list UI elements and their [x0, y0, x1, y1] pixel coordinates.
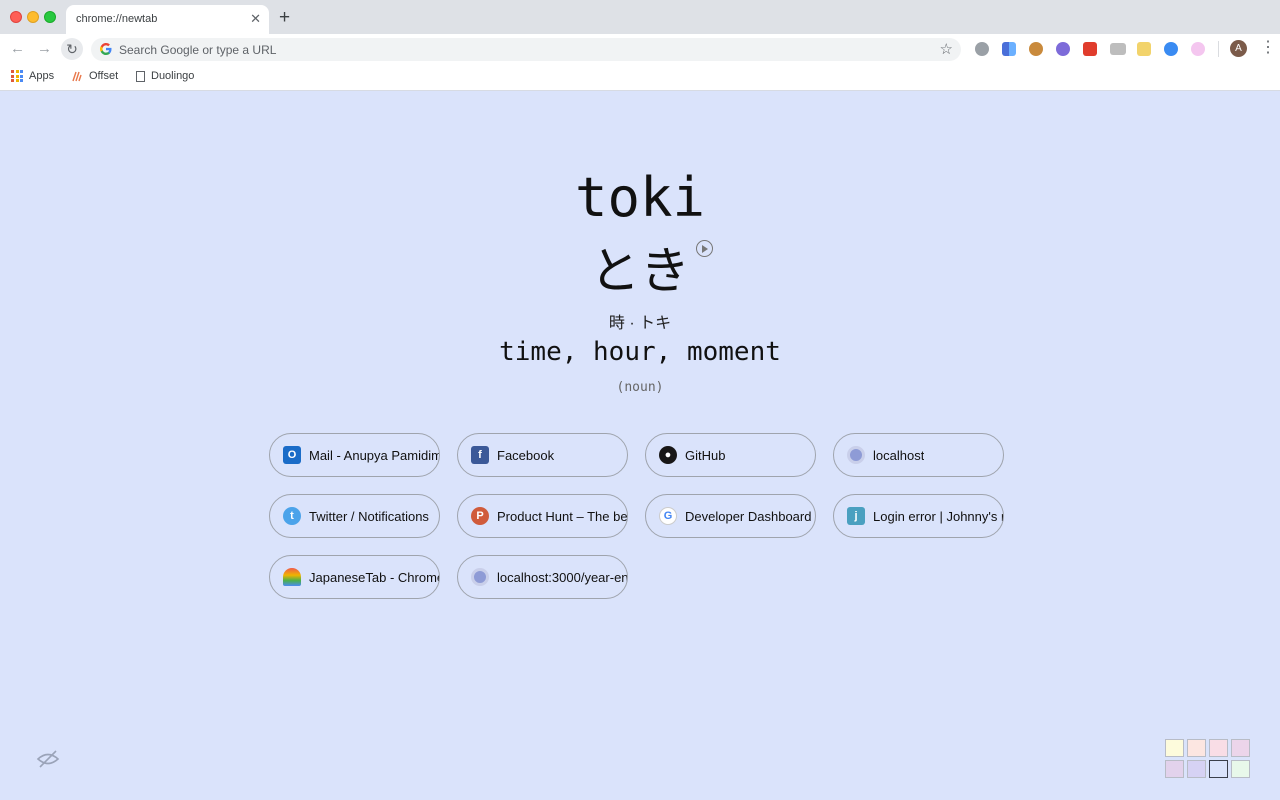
play-audio-icon[interactable] [696, 240, 713, 257]
forward-arrow-icon[interactable]: → [37, 40, 52, 58]
github-icon: ● [659, 446, 677, 464]
bookmark-label: Duolingo [151, 70, 195, 82]
document-icon [136, 70, 145, 82]
bookmark-offset[interactable]: Offset [71, 70, 118, 82]
extension-cookie-icon[interactable] [1029, 42, 1043, 56]
color-swatch[interactable] [1187, 760, 1206, 778]
rainbow-icon [283, 568, 301, 586]
top-sites-grid: O Mail - Anupya Pamidimukkala f Facebook… [269, 433, 1009, 599]
word-part-of-speech: (noun) [616, 380, 664, 395]
color-swatch[interactable] [1209, 739, 1228, 757]
word-meaning: time, hour, moment [499, 337, 781, 367]
extension-pulse-icon[interactable] [1164, 42, 1178, 56]
color-swatch[interactable] [1231, 739, 1250, 757]
offset-icon [72, 71, 82, 82]
site-tile-twitter[interactable]: t Twitter / Notifications [269, 494, 440, 538]
extension-crx-icon[interactable] [1110, 43, 1126, 55]
site-label: JapaneseTab - Chrome Web Store [309, 569, 439, 585]
apps-grid-icon [11, 70, 23, 82]
window-minimize-button[interactable] [27, 11, 39, 23]
eye-slash-icon[interactable] [36, 749, 60, 769]
j-icon: j [847, 507, 865, 525]
profile-avatar[interactable]: A [1230, 40, 1247, 57]
extension-m-icon[interactable] [975, 42, 989, 56]
site-label: localhost [873, 447, 925, 463]
color-swatch[interactable] [1231, 760, 1250, 778]
site-label: Twitter / Notifications [309, 508, 429, 524]
window-maximize-button[interactable] [44, 11, 56, 23]
word-romaji: toki [574, 166, 706, 229]
twitter-icon: t [283, 507, 301, 525]
kebab-menu-icon[interactable]: ⋮ [1260, 39, 1276, 57]
address-bar[interactable]: Search Google or type a URL ☆ [91, 38, 961, 61]
color-swatch[interactable] [1165, 739, 1184, 757]
new-tab-button[interactable]: + [279, 8, 290, 28]
browser-titlebar: chrome://newtab ✕ + [0, 0, 1280, 34]
bookmark-duolingo[interactable]: Duolingo [136, 70, 194, 82]
outlook-icon: O [283, 446, 301, 464]
google-g-icon [100, 43, 112, 55]
active-tab[interactable]: chrome://newtab ✕ [66, 5, 269, 34]
site-label: GitHub [685, 447, 726, 463]
bookmark-label: Apps [29, 70, 55, 82]
site-tile-github[interactable]: ● GitHub [645, 433, 816, 477]
globe-icon [471, 568, 489, 586]
extension-chart-icon[interactable] [1002, 42, 1016, 56]
site-tile-product-hunt[interactable]: P Product Hunt – The best new products [457, 494, 628, 538]
bookmark-star-icon[interactable]: ☆ [940, 40, 953, 58]
color-swatch[interactable] [1209, 760, 1228, 778]
browser-toolbar: ← → ↻ Search Google or type a URL ☆ A ⋮ [0, 34, 1280, 64]
color-swatch[interactable] [1187, 739, 1206, 757]
product-hunt-icon: P [471, 507, 489, 525]
extension-face-icon[interactable] [1056, 42, 1070, 56]
site-tile-japanesetab[interactable]: JapaneseTab - Chrome Web Store [269, 555, 440, 599]
globe-icon [847, 446, 865, 464]
bookmark-label: Offset [89, 70, 119, 82]
reload-icon[interactable]: ↻ [61, 38, 83, 60]
tab-title: chrome://newtab [76, 13, 158, 25]
site-tile-mail[interactable]: O Mail - Anupya Pamidimukkala [269, 433, 440, 477]
color-swatch[interactable] [1165, 760, 1184, 778]
omnibox-placeholder: Search Google or type a URL [119, 43, 277, 57]
tab-close-icon[interactable]: ✕ [250, 11, 261, 27]
bookmark-apps[interactable]: Apps [11, 70, 54, 82]
site-label: Facebook [497, 447, 555, 463]
back-arrow-icon[interactable]: ← [10, 40, 25, 58]
site-label: Login error | Johnny's notes [873, 508, 1003, 524]
word-kanji-reading: 時 · トキ [608, 315, 672, 332]
extension-grid-icon[interactable] [1137, 42, 1151, 56]
facebook-icon: f [471, 446, 489, 464]
site-tile-localhost[interactable]: localhost [833, 433, 1004, 477]
word-kana: とき [590, 242, 690, 300]
color-palette [1165, 739, 1250, 778]
site-tile-localhost-year-end[interactable]: localhost:3000/year-end [457, 555, 628, 599]
site-tile-facebook[interactable]: f Facebook [457, 433, 628, 477]
site-label: Developer Dashboard - Chrome [685, 508, 815, 524]
site-label: Mail - Anupya Pamidimukkala [309, 447, 439, 463]
extension-ya-icon[interactable] [1083, 42, 1097, 56]
window-close-button[interactable] [10, 11, 22, 23]
site-label: localhost:3000/year-end [497, 569, 627, 585]
site-label: Product Hunt – The best new products [497, 508, 627, 524]
site-tile-login-error[interactable]: j Login error | Johnny's notes [833, 494, 1004, 538]
toolbar-divider [1218, 41, 1219, 57]
site-tile-developer-dashboard[interactable]: G Developer Dashboard - Chrome [645, 494, 816, 538]
bookmarks-bar: Apps Offset Duolingo [0, 64, 1280, 91]
extension-circle-icon[interactable] [1191, 42, 1205, 56]
google-icon: G [659, 507, 677, 525]
